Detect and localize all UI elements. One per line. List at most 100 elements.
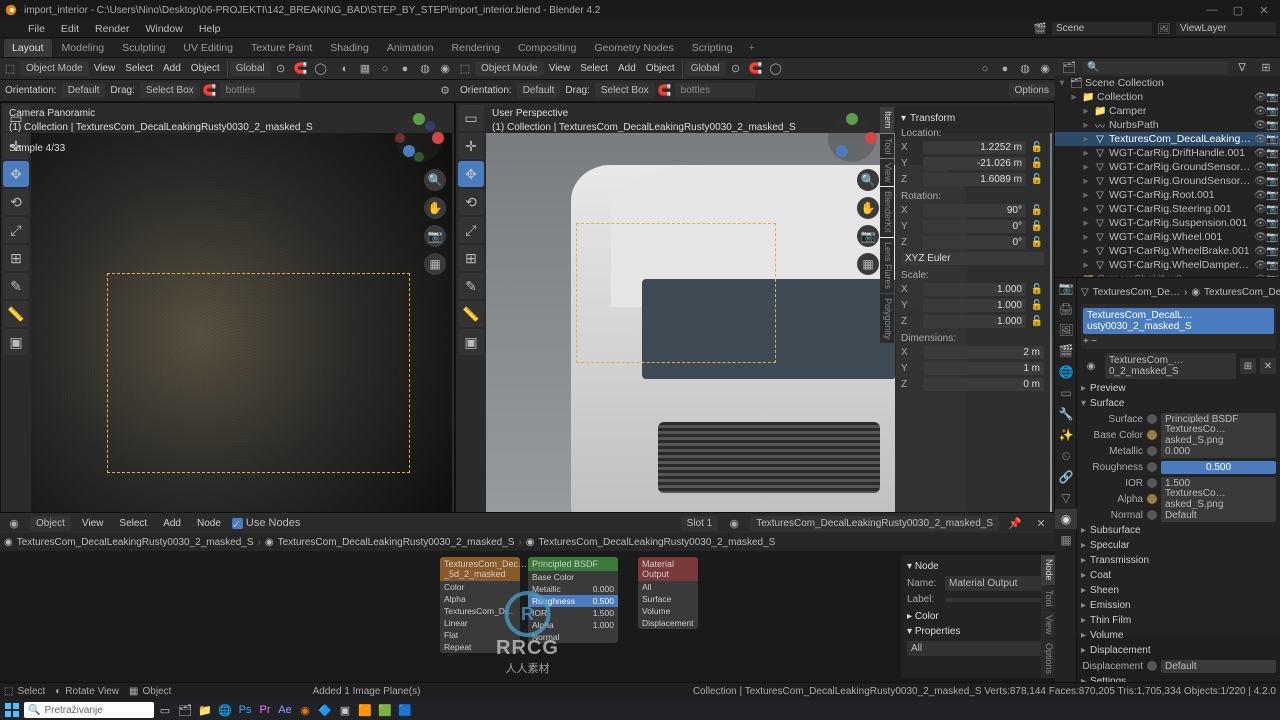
outliner-row[interactable]: ▸📁CameraShakify.v2👁📷	[1055, 272, 1280, 277]
ntab-node[interactable]: Node	[1041, 555, 1055, 585]
tab-constraint[interactable]: 🔗	[1055, 467, 1077, 487]
new-material-button[interactable]: ⊞	[1240, 358, 1256, 374]
editor-type-icon[interactable]: ⬚	[455, 59, 475, 79]
panel-surface[interactable]: ▾Surface	[1081, 396, 1276, 411]
tab-modeling[interactable]: Modeling	[54, 39, 113, 57]
shading-solid-icon[interactable]: ●	[995, 59, 1015, 79]
outliner-row[interactable]: ▸📁Collection👁📷	[1055, 90, 1280, 104]
orientation-dropdown[interactable]: Global	[685, 61, 726, 76]
panel-subsurface[interactable]: ▸Subsurface	[1081, 523, 1276, 538]
tab-blenderkit[interactable]: BlenderKit	[880, 187, 894, 237]
loc-x[interactable]: 1.2252 m	[923, 141, 1026, 154]
tab-material[interactable]: ◉	[1055, 509, 1077, 529]
scl-y[interactable]: 1.000	[923, 299, 1026, 312]
camera-icon[interactable]: 📷	[857, 225, 879, 247]
perspective-icon[interactable]: ▦	[424, 253, 446, 275]
tool-rotate[interactable]: ⟲	[3, 189, 29, 215]
tab-world[interactable]: 🌐	[1055, 362, 1077, 382]
outliner-row[interactable]: ▸📁Camper👁📷	[1055, 104, 1280, 118]
magnet-sub-icon[interactable]: 🧲	[655, 81, 675, 101]
tb-app-ae[interactable]: Ae	[276, 701, 294, 719]
menu-view[interactable]: View	[89, 61, 121, 76]
outliner-row[interactable]: ▸▽WGT-CarRig.DriftHandle.001👁📷	[1055, 146, 1280, 160]
new-collection-icon[interactable]: ⊞	[1256, 57, 1276, 77]
v3d-right-viewport[interactable]: ▭ ✛ ✥ ⟲ ⤢ ⊞ ✎ 📏 ▣ User Perspective (1) C…	[455, 102, 1055, 556]
pan-icon[interactable]: ✋	[424, 197, 446, 219]
menu-select[interactable]: Select	[575, 61, 613, 76]
tool-cursor[interactable]: ✛	[458, 133, 484, 159]
outliner-row[interactable]: ▸▽WGT-CarRig.GroundSensor.Axle.001👁📷	[1055, 174, 1280, 188]
use-nodes-checkbox[interactable]: ✓Use Nodes	[232, 517, 300, 529]
menu-object[interactable]: Object	[186, 61, 225, 76]
shading-solid-icon[interactable]: ●	[395, 59, 415, 79]
scene-dropdown[interactable]: Scene	[1052, 22, 1152, 35]
tb-app-blender[interactable]: ◉	[296, 701, 314, 719]
panel-volume[interactable]: ▸Volume	[1081, 628, 1276, 643]
loc-y[interactable]: -21.026 m	[923, 157, 1026, 170]
orientation-sub-dropdown[interactable]: Default	[62, 83, 106, 98]
tab-lensflares[interactable]: Lens Flares	[880, 238, 894, 293]
perspective-icon[interactable]: ▦	[857, 253, 879, 275]
shading-render-icon[interactable]: ◉	[435, 59, 455, 79]
menu-edit[interactable]: Edit	[55, 22, 85, 36]
proportional-icon[interactable]: ◯	[766, 59, 786, 79]
tool-transform[interactable]: ⊞	[458, 245, 484, 271]
viewlayer-dropdown[interactable]: ViewLayer	[1176, 22, 1276, 35]
tb-app-9[interactable]: 🟦	[396, 701, 414, 719]
tb-app-7[interactable]: 🟧	[356, 701, 374, 719]
outliner-row[interactable]: ▸〰NurbsPath👁📷	[1055, 118, 1280, 132]
drag-dropdown[interactable]: Select Box	[140, 83, 200, 98]
outliner-row[interactable]: ▸▽WGT-CarRig.Root.001👁📷	[1055, 188, 1280, 202]
transform-header[interactable]: ▾Transform	[901, 113, 1044, 124]
pivot-icon[interactable]: ⊙	[271, 59, 291, 79]
dim-z[interactable]: 0 m	[923, 378, 1044, 391]
tb-app-1[interactable]: 🗂	[176, 701, 194, 719]
tab-viewlayer[interactable]: 🖼	[1055, 320, 1077, 340]
panel-coat[interactable]: ▸Coat	[1081, 568, 1276, 583]
search-input[interactable]: bottles	[675, 83, 755, 98]
ntab-options[interactable]: Options	[1041, 639, 1055, 678]
nodes-canvas[interactable]: TexturesCom_Dec…_5d_2_masked Color Alpha…	[0, 551, 1055, 682]
tab-uv[interactable]: UV Editing	[175, 39, 241, 57]
tool-measure[interactable]: 📏	[3, 301, 29, 327]
mode-dropdown[interactable]: Object Mode	[20, 61, 89, 76]
tab-modifier[interactable]: 🔧	[1055, 404, 1077, 424]
shader-type-dropdown[interactable]: Object	[30, 516, 71, 531]
menu-select[interactable]: Select	[120, 61, 158, 76]
tool-settings-icon[interactable]: ⚙	[435, 81, 455, 101]
tab-particles[interactable]: ✨	[1055, 425, 1077, 445]
panel-displacement[interactable]: ▸Displacement	[1081, 643, 1276, 658]
shading-render-icon[interactable]: ◉	[1035, 59, 1055, 79]
menu-object[interactable]: Object	[641, 61, 680, 76]
menu-add[interactable]: Add	[158, 61, 186, 76]
material-dropdown[interactable]: TexturesCom_DecalLeakingRusty0030_2_mask…	[750, 516, 999, 531]
shading-wire-icon[interactable]: ○	[975, 59, 995, 79]
panel-specular[interactable]: ▸Specular	[1081, 538, 1276, 553]
material-slot[interactable]: TexturesCom_DecalL…usty0030_2_masked_S	[1083, 308, 1274, 334]
taskview-icon[interactable]: ▭	[156, 701, 174, 719]
outliner-header-row[interactable]: ▾🗂Scene Collection	[1055, 76, 1280, 90]
editor-type-icon[interactable]: ◉	[4, 513, 24, 533]
material-datablock[interactable]: TexturesCom_…0_2_masked_S	[1105, 353, 1236, 379]
tab-scripting[interactable]: Scripting	[684, 39, 741, 57]
start-button[interactable]	[2, 700, 22, 720]
remove-slot-button[interactable]: −	[1091, 336, 1097, 347]
filter-icon[interactable]: ∇	[1232, 57, 1252, 77]
unlink-icon[interactable]: ✕	[1031, 513, 1051, 533]
shading-matprev-icon[interactable]: ◍	[1015, 59, 1035, 79]
outliner-row[interactable]: ▸▽WGT-CarRig.Steering.001👁📷	[1055, 202, 1280, 216]
menu-view[interactable]: View	[544, 61, 576, 76]
snap-icon[interactable]: 🧲	[746, 59, 766, 79]
rotmode-dropdown[interactable]: XYZ Euler	[901, 252, 1044, 265]
outliner-search[interactable]: 🔍	[1083, 61, 1228, 74]
tab-object[interactable]: ▭	[1055, 383, 1077, 403]
tb-app-8[interactable]: 🟩	[376, 701, 394, 719]
tool-measure[interactable]: 📏	[458, 301, 484, 327]
rot-z[interactable]: 0°	[923, 236, 1026, 249]
search-input[interactable]: bottles	[220, 83, 300, 98]
editor-type-icon[interactable]: 🗂	[1059, 57, 1079, 77]
mode-dropdown[interactable]: Object Mode	[475, 61, 544, 76]
panel-thin-film[interactable]: ▸Thin Film	[1081, 613, 1276, 628]
panel-emission[interactable]: ▸Emission	[1081, 598, 1276, 613]
tb-app-ps[interactable]: Ps	[236, 701, 254, 719]
